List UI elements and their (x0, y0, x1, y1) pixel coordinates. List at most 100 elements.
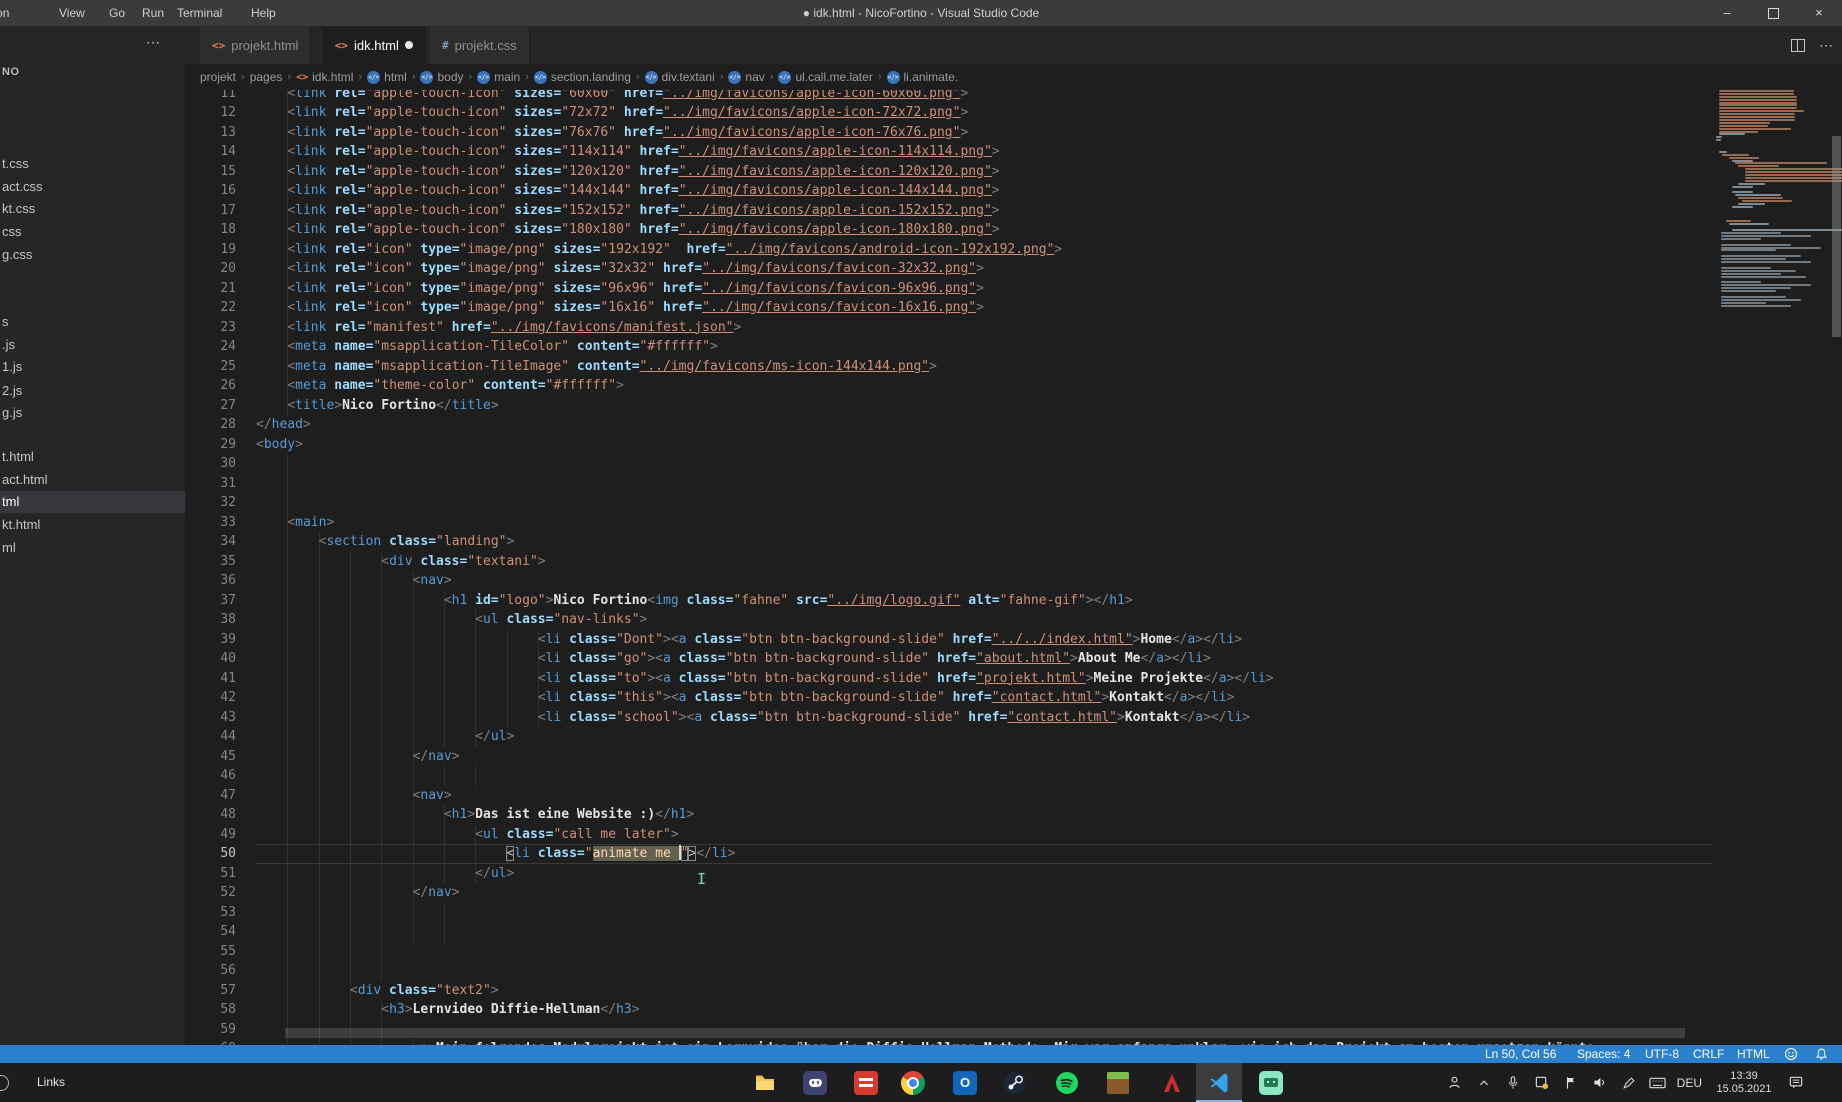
code-line-26[interactable]: 26 <meta name="theme-color" content="#ff… (185, 376, 1713, 396)
keyboard-icon[interactable] (1648, 1073, 1668, 1093)
breadcrumb-symbol-html[interactable]: html (384, 70, 407, 84)
line-number[interactable]: 49 (185, 825, 236, 845)
code-line-57[interactable]: 57 <div class="text2"> (185, 981, 1713, 1001)
line-number[interactable]: 43 (185, 708, 236, 728)
menu-terminal[interactable]: Terminal (175, 0, 224, 26)
code-line-55[interactable]: 55 (185, 942, 1713, 962)
line-number[interactable]: 44 (185, 727, 236, 747)
sidebar-file-kt.html[interactable]: kt.html (0, 514, 185, 536)
code-line-40[interactable]: 40 <li class="go"><a class="btn btn-back… (185, 649, 1713, 669)
code-line-12[interactable]: 12 <link rel="apple-touch-icon" sizes="7… (185, 103, 1713, 123)
line-number[interactable]: 39 (185, 630, 236, 650)
line-number[interactable]: 48 (185, 805, 236, 825)
people-icon[interactable] (1445, 1073, 1465, 1093)
line-number[interactable]: 31 (185, 474, 236, 494)
code-line-47[interactable]: 47 <nav> (185, 786, 1713, 806)
line-number[interactable]: 19 (185, 240, 236, 260)
code-line-53[interactable]: 53 (185, 903, 1713, 923)
breadcrumb-symbol-main[interactable]: main (494, 70, 520, 84)
line-number[interactable]: 18 (185, 220, 236, 240)
code-line-46[interactable]: 46 (185, 766, 1713, 786)
status-spaces[interactable]: Spaces: 4 (1577, 1045, 1630, 1063)
line-number[interactable]: 32 (185, 493, 236, 513)
line-number[interactable]: 12 (185, 103, 236, 123)
line-number[interactable]: 25 (185, 357, 236, 377)
breadcrumb-symbol-div.textani[interactable]: div.textani (662, 70, 715, 84)
status-ln[interactable]: Ln 50, Col 56 (1485, 1045, 1556, 1063)
code-line-48[interactable]: 48 <h1>Das ist eine Website :)</h1> (185, 805, 1713, 825)
tab-projekt.css[interactable]: #projekt.css (430, 26, 530, 64)
taskbar-app-apex-icon[interactable] (1149, 1063, 1195, 1102)
sidebar-file-g.css[interactable]: g.css (0, 244, 185, 266)
code-line-34[interactable]: 34 <section class="landing"> (185, 532, 1713, 552)
line-number[interactable]: 46 (185, 766, 236, 786)
sidebar-file-ml[interactable]: ml (0, 537, 185, 559)
line-number[interactable]: 36 (185, 571, 236, 591)
scrollbar-thumb[interactable] (1832, 136, 1841, 337)
taskbar-app-vscode-icon[interactable] (1196, 1063, 1242, 1102)
speaker-icon[interactable] (1590, 1073, 1610, 1093)
line-number[interactable]: 52 (185, 883, 236, 903)
status-utf8[interactable]: UTF-8 (1645, 1045, 1679, 1063)
line-number[interactable]: 58 (185, 1000, 236, 1020)
breadcrumb-symbol-body[interactable]: body (437, 70, 463, 84)
code-line-11[interactable]: 11 <link rel="apple-touch-icon" sizes="6… (185, 90, 1713, 103)
line-number[interactable]: 16 (185, 181, 236, 201)
breadcrumb-symbol-ul.call.me.later[interactable]: ul.call.me.later (795, 70, 872, 84)
line-number[interactable]: 28 (185, 415, 236, 435)
taskbar-app-spotify-icon[interactable] (1044, 1063, 1090, 1102)
line-number[interactable]: 47 (185, 786, 236, 806)
unsaved-dot-icon[interactable] (405, 41, 413, 49)
vertical-scrollbar[interactable] (1831, 90, 1842, 1045)
line-number[interactable]: 50 (185, 844, 236, 864)
menu-selection[interactable]: Selection (0, 0, 11, 26)
code-line-23[interactable]: 23 <link rel="manifest" href="../img/fav… (185, 318, 1713, 338)
links-toolbar-label[interactable]: Links (37, 1063, 65, 1102)
app-update-icon[interactable] (1532, 1073, 1552, 1093)
line-number[interactable]: 24 (185, 337, 236, 357)
line-number[interactable]: 40 (185, 649, 236, 669)
sidebar-file-s[interactable]: s (0, 311, 185, 333)
action-center-icon[interactable] (1786, 1073, 1806, 1093)
line-number[interactable]: 37 (185, 591, 236, 611)
line-number[interactable]: 20 (185, 259, 236, 279)
minimap[interactable] (1713, 90, 1831, 1045)
line-number[interactable]: 27 (185, 396, 236, 416)
breadcrumb-projekt[interactable]: projekt (200, 70, 236, 84)
menu-run[interactable]: Run (140, 0, 166, 26)
minimize-button[interactable]: – (1704, 0, 1750, 26)
code-line-44[interactable]: 44 </ul> (185, 727, 1713, 747)
sidebar-file-kt.css[interactable]: kt.css (0, 198, 185, 220)
code-line-52[interactable]: 52 </nav> (185, 883, 1713, 903)
line-number[interactable]: 13 (185, 123, 236, 143)
code-line-43[interactable]: 43 <li class="school"><a class="btn btn-… (185, 708, 1713, 728)
taskbar-app-discord-icon[interactable] (792, 1063, 838, 1102)
code-line-25[interactable]: 25 <meta name="msapplication-TileImage" … (185, 357, 1713, 377)
code-line-54[interactable]: 54 (185, 922, 1713, 942)
code-line-49[interactable]: 49 <ul class="call me later"> (185, 825, 1713, 845)
menu-view[interactable]: View (57, 0, 87, 26)
code-line-22[interactable]: 22 <link rel="icon" type="image/png" siz… (185, 298, 1713, 318)
line-number[interactable]: 29 (185, 435, 236, 455)
line-number[interactable]: 54 (185, 922, 236, 942)
code-line-35[interactable]: 35 <div class="textani"> (185, 552, 1713, 572)
line-number[interactable]: 14 (185, 142, 236, 162)
code-line-42[interactable]: 42 <li class="this"><a class="btn btn-ba… (185, 688, 1713, 708)
line-number[interactable]: 59 (185, 1020, 236, 1040)
code-line-56[interactable]: 56 (185, 961, 1713, 981)
breadcrumb-symbol-section.landing[interactable]: section.landing (551, 70, 631, 84)
line-number[interactable]: 33 (185, 513, 236, 533)
code-line-51[interactable]: 51 </ul> (185, 864, 1713, 884)
taskbar-app-green-chat-icon[interactable] (1248, 1063, 1294, 1102)
tab-idk.html[interactable]: <>idk.html (323, 26, 426, 64)
code-line-33[interactable]: 33 <main> (185, 513, 1713, 533)
code-line-45[interactable]: 45 </nav> (185, 747, 1713, 767)
line-number[interactable]: 26 (185, 376, 236, 396)
breadcrumb-symbol-nav[interactable]: nav (745, 70, 764, 84)
menu-help[interactable]: Help (249, 0, 278, 26)
line-number[interactable]: 51 (185, 864, 236, 884)
code-line-31[interactable]: 31 (185, 474, 1713, 494)
status-crlf[interactable]: CRLF (1693, 1045, 1724, 1063)
breadcrumb-pages[interactable]: pages (250, 70, 283, 84)
feedback-smiley-icon[interactable] (1784, 1045, 1798, 1063)
